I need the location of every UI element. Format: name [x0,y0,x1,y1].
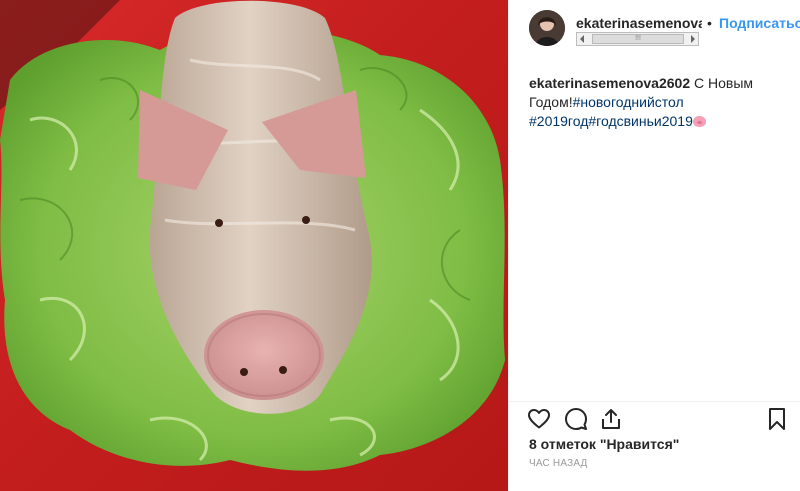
post-caption: ekaterinasemenova2602 С Новым Годом!#нов… [529,74,789,131]
bookmark-icon [769,408,785,430]
hashtag-link[interactable]: #новогоднийстол [573,94,684,110]
scroll-left-arrow-icon[interactable] [580,35,584,43]
caption-username[interactable]: ekaterinasemenova2602 [529,75,690,91]
comment-icon [565,408,587,430]
scroll-right-arrow-icon[interactable] [691,35,695,43]
follow-button[interactable]: Подписаться [719,15,800,31]
horizontal-scrollbar[interactable]: !!! [576,32,699,46]
post-header: ekaterinasemenova260 • Подписаться !!! [509,0,800,60]
likes-count[interactable]: 8 отметок "Нравится" [529,436,679,452]
hashtag-link[interactable]: #годсвиньи2019 [588,113,692,129]
share-icon [602,409,620,429]
heart-icon [528,409,550,429]
post-timestamp[interactable]: ЧАС НАЗАД [529,458,588,469]
action-bar [509,401,800,434]
post-photo[interactable] [0,0,508,491]
save-button[interactable] [765,407,789,431]
scroll-thumb[interactable]: !!! [592,34,684,44]
pig-emoji-icon [692,116,706,127]
hashtag-link[interactable]: #2019год [529,113,588,129]
comment-button[interactable] [564,407,588,431]
post-panel: ekaterinasemenova260 • Подписаться !!! e… [508,0,800,491]
share-button[interactable] [599,407,623,431]
like-button[interactable] [527,407,551,431]
avatar-icon [529,10,565,46]
header-separator: • [707,15,712,31]
avatar[interactable] [529,10,565,46]
username-link[interactable]: ekaterinasemenova260 [576,15,702,31]
pig-aspic-photo [0,0,505,471]
